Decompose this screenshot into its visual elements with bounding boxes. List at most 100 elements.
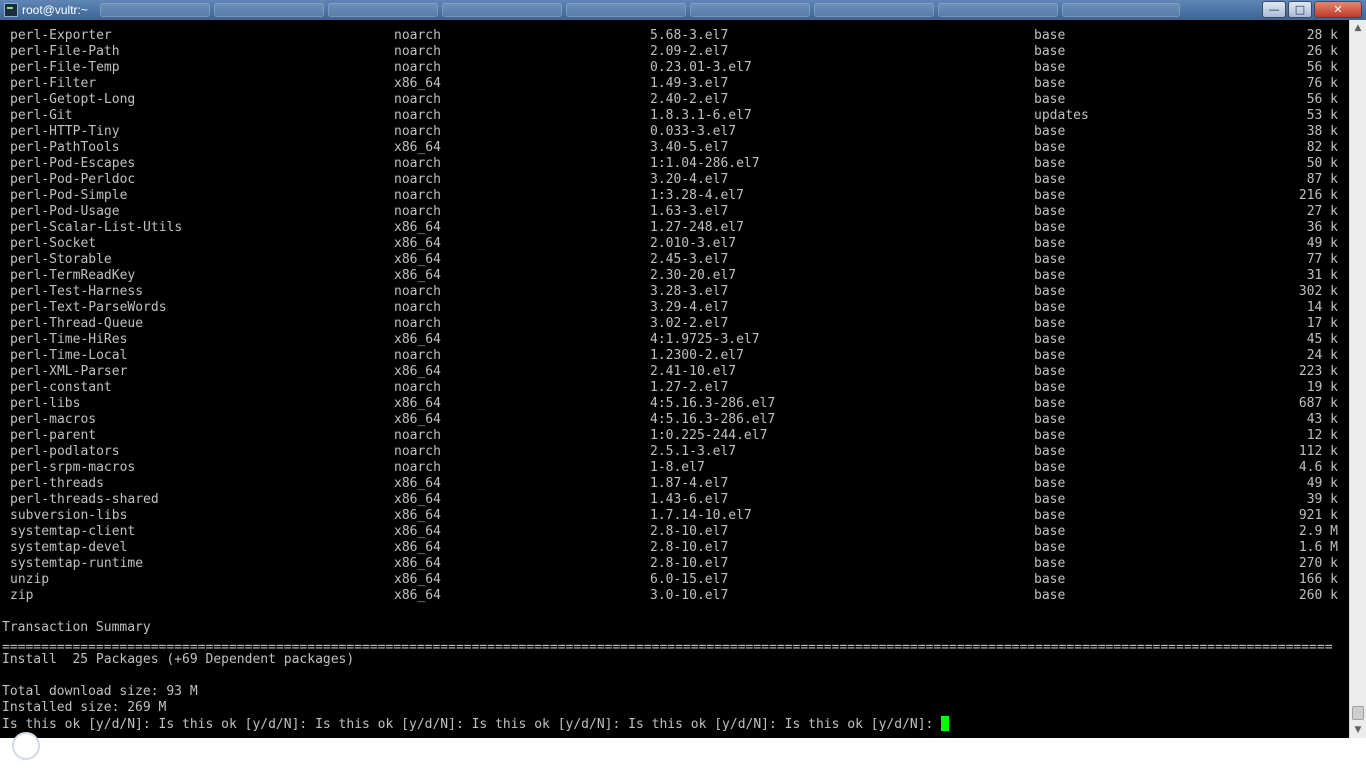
package-row: perl-macros x86_64 4:5.16.3-286.el7 base 43 … bbox=[0, 412, 1349, 428]
package-version: 6.0-15.el7 bbox=[650, 572, 729, 587]
package-row: perl-podlators noarch 2.5.1-3.el7 base 112 k bbox=[0, 444, 1349, 460]
window-title: root@vultr:~ bbox=[22, 3, 88, 17]
package-version: 2.45-3.el7 bbox=[650, 252, 729, 267]
window-titlebar[interactable]: root@vultr:~ — □ ✕ bbox=[0, 0, 1366, 20]
package-size: 43 k bbox=[1306, 412, 1338, 427]
terminal-app-icon[interactable] bbox=[4, 3, 18, 17]
package-name: perl-libs bbox=[10, 396, 81, 411]
text-cursor bbox=[941, 716, 950, 731]
package-repo: base bbox=[1034, 188, 1066, 203]
package-row: perl-Pod-Perldoc noarch 3.20-4.el7 base 87 k bbox=[0, 172, 1349, 188]
scroll-down-arrow-icon[interactable]: ▼ bbox=[1350, 722, 1366, 738]
package-arch: noarch bbox=[394, 124, 441, 139]
maximize-button[interactable]: □ bbox=[1288, 1, 1312, 18]
close-button[interactable]: ✕ bbox=[1314, 1, 1362, 18]
package-repo: base bbox=[1034, 220, 1066, 235]
package-row: perl-srpm-macros noarch 1-8.el7 base 4.6 k bbox=[0, 460, 1349, 476]
minimize-button[interactable]: — bbox=[1262, 1, 1286, 18]
package-size: 50 k bbox=[1306, 156, 1338, 171]
package-version: 3.28-3.el7 bbox=[650, 284, 729, 299]
package-repo: base bbox=[1034, 428, 1066, 443]
package-arch: x86_64 bbox=[394, 524, 441, 539]
package-row: perl-parent noarch 1:0.225-244.el7 base 12 k bbox=[0, 428, 1349, 444]
package-size: 45 k bbox=[1306, 332, 1338, 347]
package-repo: base bbox=[1034, 92, 1066, 107]
package-size: 27 k bbox=[1306, 204, 1338, 219]
package-repo: base bbox=[1034, 572, 1066, 587]
package-version: 1.7.14-10.el7 bbox=[650, 508, 752, 523]
package-repo: base bbox=[1034, 140, 1066, 155]
package-row: unzip x86_64 6.0-15.el7 base 166 k bbox=[0, 572, 1349, 588]
package-name: perl-Pod-Perldoc bbox=[10, 172, 136, 187]
package-arch: x86_64 bbox=[394, 412, 441, 427]
terminal-screen[interactable]: perl-Exporter noarch 5.68-3.el7 base 28 k per… bbox=[0, 20, 1349, 738]
package-name: perl-XML-Parser bbox=[10, 364, 128, 379]
package-size: 216 k bbox=[1298, 188, 1338, 203]
install-line: Install 25 Packages (+69 Dependent packa… bbox=[2, 652, 355, 667]
confirm-prompt[interactable]: Is this ok [y/d/N]: Is this ok [y/d/N]: … bbox=[2, 716, 950, 732]
package-version: 1.87-4.el7 bbox=[650, 476, 729, 491]
package-size: 24 k bbox=[1306, 348, 1338, 363]
start-orb-icon[interactable] bbox=[12, 732, 40, 760]
package-row: systemtap-client x86_64 2.8-10.el7 base 2.9 … bbox=[0, 524, 1349, 540]
package-version: 0.033-3.el7 bbox=[650, 124, 737, 139]
package-size: 1.6 M bbox=[1298, 540, 1338, 555]
package-version: 4:1.9725-3.el7 bbox=[650, 332, 760, 347]
package-repo: base bbox=[1034, 268, 1066, 283]
package-version: 2.40-2.el7 bbox=[650, 92, 729, 107]
package-version: 1:1.04-286.el7 bbox=[650, 156, 760, 171]
package-size: 31 k bbox=[1306, 268, 1338, 283]
package-name: perl-Time-Local bbox=[10, 348, 128, 363]
package-repo: base bbox=[1034, 380, 1066, 395]
package-arch: x86_64 bbox=[394, 588, 441, 603]
desktop-strip bbox=[0, 732, 1366, 768]
package-size: 302 k bbox=[1298, 284, 1338, 299]
package-arch: x86_64 bbox=[394, 140, 441, 155]
vertical-scrollbar[interactable]: ▲ ▼ bbox=[1349, 20, 1366, 738]
package-row: perl-Time-HiRes x86_64 4:1.9725-3.el7 base 4… bbox=[0, 332, 1349, 348]
package-size: 38 k bbox=[1306, 124, 1338, 139]
package-arch: noarch bbox=[394, 92, 441, 107]
package-size: 112 k bbox=[1298, 444, 1338, 459]
package-arch: noarch bbox=[394, 284, 441, 299]
package-row: systemtap-runtime x86_64 2.8-10.el7 base 270… bbox=[0, 556, 1349, 572]
package-arch: noarch bbox=[394, 28, 441, 43]
package-name: perl-Git bbox=[10, 108, 73, 123]
package-arch: noarch bbox=[394, 316, 441, 331]
scroll-up-arrow-icon[interactable]: ▲ bbox=[1350, 20, 1366, 36]
package-name: perl-Pod-Escapes bbox=[10, 156, 136, 171]
package-name: systemtap-devel bbox=[10, 540, 128, 555]
package-name: perl-Socket bbox=[10, 236, 97, 251]
package-size: 49 k bbox=[1306, 236, 1338, 251]
package-row: subversion-libs x86_64 1.7.14-10.el7 base 92… bbox=[0, 508, 1349, 524]
package-row: perl-threads-shared x86_64 1.43-6.el7 base 3… bbox=[0, 492, 1349, 508]
background-tab bbox=[938, 3, 1058, 17]
package-arch: x86_64 bbox=[394, 332, 441, 347]
package-row: perl-TermReadKey x86_64 2.30-20.el7 base 31 … bbox=[0, 268, 1349, 284]
package-arch: noarch bbox=[394, 428, 441, 443]
package-size: 166 k bbox=[1298, 572, 1338, 587]
package-arch: noarch bbox=[394, 156, 441, 171]
package-row: perl-Scalar-List-Utils x86_64 1.27-248.el7… bbox=[0, 220, 1349, 236]
scroll-thumb[interactable] bbox=[1352, 706, 1364, 720]
package-row: perl-Filter x86_64 1.49-3.el7 base 76 k bbox=[0, 76, 1349, 92]
package-row: perl-Test-Harness noarch 3.28-3.el7 base 302… bbox=[0, 284, 1349, 300]
package-size: 26 k bbox=[1306, 44, 1338, 59]
background-tab bbox=[100, 3, 210, 17]
package-version: 2.41-10.el7 bbox=[650, 364, 737, 379]
package-arch: x86_64 bbox=[394, 556, 441, 571]
package-arch: x86_64 bbox=[394, 540, 441, 555]
package-size: 921 k bbox=[1298, 508, 1338, 523]
package-row: perl-XML-Parser x86_64 2.41-10.el7 base 223 … bbox=[0, 364, 1349, 380]
package-repo: base bbox=[1034, 396, 1066, 411]
package-arch: x86_64 bbox=[394, 268, 441, 283]
package-name: perl-Pod-Usage bbox=[10, 204, 120, 219]
package-name: perl-parent bbox=[10, 428, 97, 443]
package-size: 19 k bbox=[1306, 380, 1338, 395]
package-arch: noarch bbox=[394, 204, 441, 219]
package-name: perl-Getopt-Long bbox=[10, 92, 136, 107]
package-repo: base bbox=[1034, 284, 1066, 299]
package-version: 4:5.16.3-286.el7 bbox=[650, 412, 776, 427]
package-version: 3.0-10.el7 bbox=[650, 588, 729, 603]
package-name: perl-File-Temp bbox=[10, 60, 120, 75]
